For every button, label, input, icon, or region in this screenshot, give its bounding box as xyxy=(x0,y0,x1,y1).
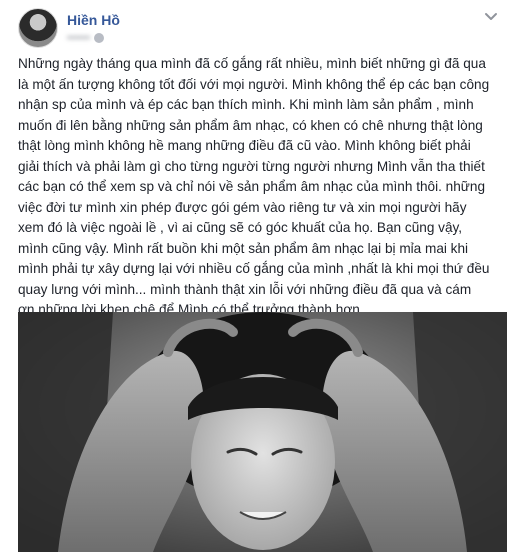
post-text-line: Những ngày tháng qua mình đã cố gắng rất… xyxy=(18,56,486,71)
author-name[interactable]: Hiền Hồ xyxy=(67,12,120,28)
post-text-line: mình phải tự xây dựng lại với nhiều cố g… xyxy=(18,261,490,276)
post-meta: •••••• xyxy=(67,32,137,44)
post-text-line: giải thích và phải làm gì cho từng người… xyxy=(18,158,485,174)
post-text: Những ngày tháng qua mình đã cố gắng rất… xyxy=(18,54,504,321)
globe-icon xyxy=(94,33,105,43)
post-timestamp[interactable]: •••••• xyxy=(67,32,90,44)
post-text-line: nhận sp của mình và ép các bạn thích mìn… xyxy=(18,97,474,112)
post-text-line: quay lưng với mình... mình thành thật xi… xyxy=(18,281,472,297)
chevron-down-icon[interactable] xyxy=(481,8,501,24)
post-text-line: là một ấn tượng không tốt đối với mọi ng… xyxy=(18,76,490,92)
post-text-line: việc đời tư mình xin phép được gói gém v… xyxy=(18,199,467,215)
post-text-line: các bạn có thể xem sp và chỉ nói về sản … xyxy=(18,179,486,194)
post-text-line: xem đó là việc ngoài lề , vì ai cũng sẽ … xyxy=(18,220,463,235)
post-text-line: mình cũng vậy. Mình rất buồn khi một sản… xyxy=(18,240,469,256)
post-text-line: thật lòng mình không hề mang những điều … xyxy=(18,138,471,153)
facebook-post: Hiền Hồ •••••• Những ngày tháng qua mình… xyxy=(0,0,511,552)
avatar[interactable] xyxy=(18,8,58,48)
post-header: Hiền Hồ •••••• xyxy=(18,8,501,48)
portrait-image xyxy=(18,312,507,552)
post-photo[interactable] xyxy=(18,312,507,552)
post-text-line: muốn đi lên bằng những sản phẩm âm nhạc,… xyxy=(18,117,483,133)
